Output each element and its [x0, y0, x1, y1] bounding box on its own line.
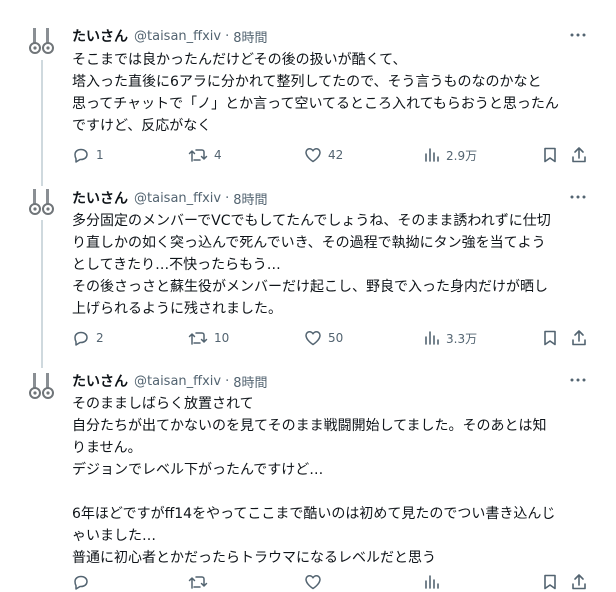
display-name[interactable]: たいさん	[72, 371, 128, 391]
tweet-line: その後さっさと蘇生役がメンバーだけ起こし、野良で入った身内だけが晒し	[72, 279, 548, 295]
retweet-button[interactable]: 4	[188, 145, 222, 165]
like-count: 50	[328, 331, 344, 345]
tweet-line: としてきたり…不快ったらもう…	[72, 257, 281, 273]
retweet-icon	[188, 149, 208, 162]
tweet-text: そのまましばらく放置されて 自分たちが出てかないのを見てそのまま戦闘開始してまし…	[72, 393, 602, 569]
meta-separator: ·	[225, 190, 230, 206]
tweet-actions: 2 10 50 3.3万	[72, 328, 600, 348]
reply-button[interactable]: 1	[72, 145, 104, 165]
tweet-line: 多分固定のメンバーでVCでもしてたんでしょうね、そのまま誘われずに仕切	[72, 213, 551, 229]
bookmark-button[interactable]	[542, 572, 558, 592]
tweet-line: そのまましばらく放置されて	[72, 396, 254, 412]
retweet-icon	[188, 332, 208, 345]
views-button[interactable]: 2.9万	[424, 145, 477, 165]
view-count: 2.9万	[446, 148, 478, 163]
tweet-line: 上げられるように残されました。	[72, 301, 282, 317]
tweet-text: そこまでは良かったんだけどその後の扱いが酷くて、 塔入った直後に6アラに分かれて…	[72, 49, 602, 137]
share-icon	[572, 574, 586, 590]
tweet-line: 思ってチャットで「ノ」とか言って空いてるところ入れてもらおうと思ったん	[72, 96, 559, 112]
reply-count: 2	[96, 331, 104, 345]
views-bar-icon	[425, 148, 439, 162]
tweet-line: 6年ほどですがff14をやってここまで酷いのは初めて見たのでつい書き込んじ	[72, 506, 556, 522]
reply-bubble-icon	[74, 148, 88, 163]
tweet-line: そこまでは良かったんだけどその後の扱いが酷くて、	[72, 52, 407, 68]
bookmark-icon	[544, 147, 556, 163]
tweet-header: たいさん @taisan_ffxiv · 8時間	[72, 371, 268, 391]
retweet-count: 4	[214, 148, 222, 162]
tweet-line: 自分たちが出てかないのを見てそのまま戦闘開始してました。そのあとは知	[72, 418, 547, 434]
views-button[interactable]	[424, 572, 440, 592]
reply-bubble-icon	[74, 331, 88, 346]
views-button[interactable]: 3.3万	[424, 328, 477, 348]
reply-button[interactable]	[72, 572, 90, 592]
share-button[interactable]	[570, 145, 588, 165]
more-dots-icon[interactable]	[568, 370, 588, 390]
user-handle[interactable]: @taisan_ffxiv	[134, 29, 221, 44]
avatar[interactable]	[28, 372, 56, 400]
timestamp[interactable]: 8時間	[233, 189, 267, 208]
tweet-line: 普通に初心者とかだったらトラウマになるレベルだと思う	[72, 550, 436, 566]
heart-icon	[305, 331, 321, 346]
reply-bubble-icon	[74, 575, 88, 590]
view-count: 3.3万	[446, 331, 478, 346]
share-icon	[572, 147, 586, 163]
bookmark-icon	[544, 574, 556, 590]
tweet-line: り直しかの如く突っ込んで死んでいき、その過程で執拗にタン強を当てよう	[72, 235, 546, 251]
thread-line	[41, 60, 43, 186]
meta-separator: ·	[225, 373, 230, 389]
tweet-line: 塔入った直後に6アラに分かれて整列してたので、そう言うものなのかなと	[72, 74, 542, 90]
heart-icon	[305, 148, 321, 163]
more-dots-icon[interactable]	[568, 187, 588, 207]
more-dots-icon[interactable]	[568, 25, 588, 45]
tweet-header: たいさん @taisan_ffxiv · 8時間	[72, 26, 268, 46]
bookmark-button[interactable]	[542, 328, 558, 348]
heart-icon	[305, 575, 321, 590]
display-name[interactable]: たいさん	[72, 26, 128, 46]
like-button[interactable]: 42	[304, 145, 343, 165]
tweet-line: デジョンでレベル下がったんですけど…	[72, 462, 324, 478]
avatar[interactable]	[28, 27, 56, 55]
reply-count: 1	[96, 148, 104, 162]
bookmark-button[interactable]	[542, 145, 558, 165]
timestamp[interactable]: 8時間	[233, 372, 267, 391]
retweet-button[interactable]: 10	[188, 328, 229, 348]
views-bar-icon	[425, 331, 439, 345]
meta-separator: ·	[225, 28, 230, 44]
tweet-actions: 1 4 42 2.9万	[72, 145, 600, 165]
retweet-count: 10	[214, 331, 230, 345]
tweet-3[interactable]: たいさん @taisan_ffxiv · 8時間 そのまましばらく放置されて 自…	[0, 368, 616, 590]
bookmark-icon	[544, 330, 556, 346]
tweet-2[interactable]: たいさん @taisan_ffxiv · 8時間 多分固定のメンバーでVCでもし…	[0, 180, 616, 368]
user-handle[interactable]: @taisan_ffxiv	[134, 191, 221, 206]
views-bar-icon	[425, 575, 439, 589]
tweet-line: りません。	[72, 440, 142, 456]
retweet-button[interactable]	[188, 572, 208, 592]
display-name[interactable]: たいさん	[72, 188, 128, 208]
tweet-line: ゃいました…	[72, 528, 156, 544]
reply-button[interactable]: 2	[72, 328, 104, 348]
retweet-icon	[188, 576, 208, 589]
avatar[interactable]	[28, 188, 56, 216]
thread-line	[41, 220, 43, 368]
timestamp[interactable]: 8時間	[233, 27, 267, 46]
like-button[interactable]	[304, 572, 322, 592]
tweet-actions	[72, 572, 600, 592]
share-button[interactable]	[570, 328, 588, 348]
share-icon	[572, 330, 586, 346]
tweet-line: ですけど、反応がなく	[72, 118, 212, 134]
like-button[interactable]: 50	[304, 328, 343, 348]
share-button[interactable]	[570, 572, 588, 592]
like-count: 42	[328, 148, 344, 162]
tweet-text: 多分固定のメンバーでVCでもしてたんでしょうね、そのまま誘われずに仕切 り直しか…	[72, 210, 602, 320]
user-handle[interactable]: @taisan_ffxiv	[134, 374, 221, 389]
tweet-1[interactable]: たいさん @taisan_ffxiv · 8時間 そこまでは良かったんだけどその…	[0, 0, 616, 186]
tweet-header: たいさん @taisan_ffxiv · 8時間	[72, 188, 268, 208]
